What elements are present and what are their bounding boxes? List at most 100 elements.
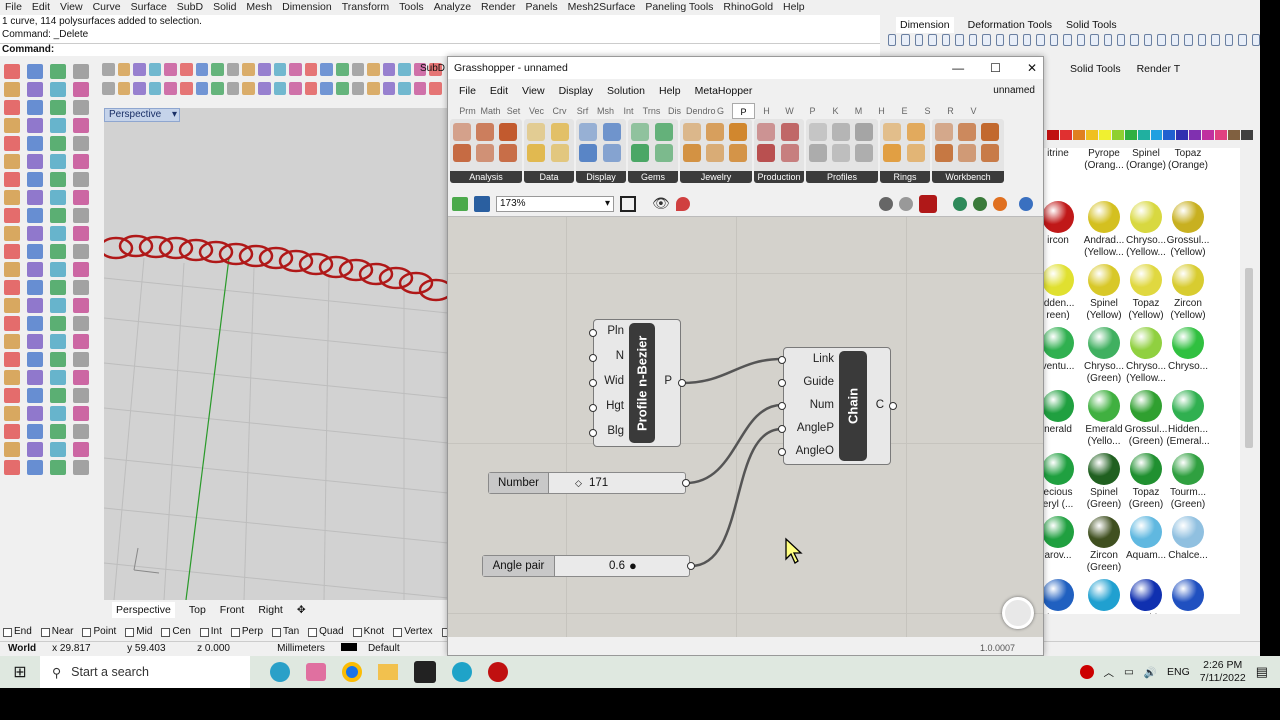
color-swatch[interactable] (1215, 130, 1228, 140)
gem-item[interactable]: Topaz (Yellow) (1124, 260, 1168, 322)
input-guide[interactable]: Guide (786, 376, 834, 388)
tool-icon[interactable] (4, 316, 20, 331)
tool-icon[interactable] (133, 82, 146, 95)
checkbox[interactable] (352, 627, 362, 637)
slider-knob-icon[interactable]: ● (629, 556, 637, 576)
input-grip[interactable] (778, 402, 786, 410)
gh-category-tab[interactable]: Dis (663, 103, 686, 119)
osnap-perp[interactable]: Perp (230, 624, 263, 640)
tool-icon[interactable] (4, 370, 20, 385)
slider-knob-icon[interactable]: ◇ (575, 473, 582, 493)
tool-icon[interactable] (273, 82, 287, 95)
tool-icon[interactable] (211, 82, 224, 95)
gem-item[interactable]: Tourm... (Green) (1166, 449, 1210, 511)
input-grip[interactable] (778, 425, 786, 433)
tool-icon[interactable] (27, 226, 43, 241)
dropdown-icon[interactable]: ▾ (172, 109, 177, 120)
tool-icon[interactable] (50, 118, 66, 133)
gh-menu-item[interactable]: Display (552, 81, 600, 101)
edge-icon[interactable] (452, 662, 472, 682)
tool-icon[interactable] (164, 82, 177, 95)
sketch-icon[interactable] (620, 195, 636, 212)
gem-item[interactable]: Chryso... (Green) (1082, 323, 1126, 385)
component-icon[interactable] (958, 123, 976, 141)
color-swatch[interactable] (1241, 130, 1253, 140)
tool-icon[interactable] (320, 82, 333, 95)
input-pln[interactable]: Pln (598, 325, 624, 337)
rhino-icon[interactable] (414, 661, 436, 683)
chevron-down-icon[interactable]: ▾ (605, 197, 610, 211)
gh-category-tab[interactable]: Int (617, 103, 640, 119)
tool-icon[interactable] (27, 316, 43, 331)
toolbar-icon[interactable] (941, 34, 951, 46)
tool-icon[interactable] (27, 298, 43, 313)
add-viewport-icon[interactable]: ✥ (297, 602, 306, 618)
gem-item[interactable]: Emerald (Yello... (1082, 386, 1126, 448)
component-icon[interactable] (809, 144, 827, 162)
tool-icon[interactable] (27, 370, 43, 385)
color-swatch[interactable] (1150, 130, 1163, 140)
eye-icon[interactable]: 👁 (652, 195, 670, 212)
tool-icon[interactable] (382, 82, 396, 95)
component-icon[interactable] (855, 144, 873, 162)
output-grip[interactable] (678, 379, 686, 387)
output-p[interactable]: P (658, 375, 672, 387)
gem-item[interactable]: Sapphire (1124, 575, 1168, 614)
component-icon[interactable] (527, 144, 545, 162)
color-swatch[interactable] (1176, 130, 1189, 140)
gh-menu-item[interactable]: View (515, 81, 552, 101)
tool-icon[interactable] (4, 460, 20, 475)
component-icon[interactable] (453, 123, 471, 141)
toolbar-icon[interactable] (1130, 34, 1139, 46)
component-icon[interactable] (780, 123, 799, 141)
gh-category-tab[interactable]: H (870, 103, 893, 119)
toolbar-icon[interactable] (955, 34, 964, 46)
tool-icon[interactable] (73, 352, 89, 367)
output-grip[interactable] (687, 562, 695, 570)
component-icon[interactable] (981, 123, 999, 141)
save-icon[interactable] (474, 195, 490, 212)
gem-item[interactable]: Chryso... (Yellow... (1124, 197, 1168, 259)
checkbox[interactable] (3, 627, 12, 637)
tool-icon[interactable] (27, 388, 43, 403)
gh-category-tab[interactable]: Dendro (686, 103, 716, 119)
ribbon-group-label[interactable]: Jewelry (680, 171, 752, 183)
output-c[interactable]: C (870, 399, 884, 411)
gh-category-tab[interactable]: Srf (571, 103, 594, 119)
output-grip[interactable] (682, 479, 690, 487)
tool-icon[interactable] (226, 82, 240, 95)
gem-item[interactable]: Chryso... (Yellow... (1124, 323, 1168, 385)
viewport-tab[interactable]: Perspective (112, 602, 175, 618)
toolbar-icon[interactable] (995, 34, 1005, 46)
network-icon[interactable]: ▭ (1124, 666, 1134, 678)
tool-icon[interactable] (117, 82, 131, 95)
tool-icon[interactable] (50, 82, 66, 97)
tool-icon[interactable] (367, 63, 380, 76)
tool-icon[interactable] (27, 352, 43, 367)
osnap-vertex[interactable]: Vertex (393, 624, 433, 640)
toolbar-icon[interactable] (1009, 34, 1018, 46)
gh-menu-item[interactable]: File (452, 81, 483, 101)
tool-icon[interactable] (4, 262, 20, 277)
tool-icon[interactable] (102, 82, 115, 95)
tool-icon[interactable] (73, 460, 89, 475)
ribbon-group-label[interactable]: Display (576, 171, 626, 183)
sphere-icon[interactable] (1019, 196, 1033, 211)
close-icon[interactable]: ✕ (1027, 61, 1037, 75)
gh-canvas[interactable]: Profile n-Bezier Pln N Wid Hgt Blg P Cha… (448, 217, 1043, 637)
menu-item[interactable]: Help (778, 0, 810, 14)
component-icon[interactable] (935, 144, 953, 162)
osnap-point[interactable]: Point (82, 624, 116, 640)
gem-item[interactable]: Topaz (Orange) (1166, 148, 1210, 196)
tool-icon[interactable] (4, 334, 20, 349)
shaded-icon[interactable] (919, 194, 937, 213)
tool-icon[interactable] (27, 424, 43, 439)
component-icon[interactable] (550, 123, 569, 141)
gem-item[interactable]: Chryso... (1166, 323, 1210, 385)
tool-icon[interactable] (50, 406, 66, 421)
component-icon[interactable] (780, 144, 799, 162)
tool-icon[interactable] (27, 262, 43, 277)
tool-icon[interactable] (4, 388, 20, 403)
color-swatches[interactable] (1047, 130, 1253, 140)
tool-icon[interactable] (73, 316, 89, 331)
